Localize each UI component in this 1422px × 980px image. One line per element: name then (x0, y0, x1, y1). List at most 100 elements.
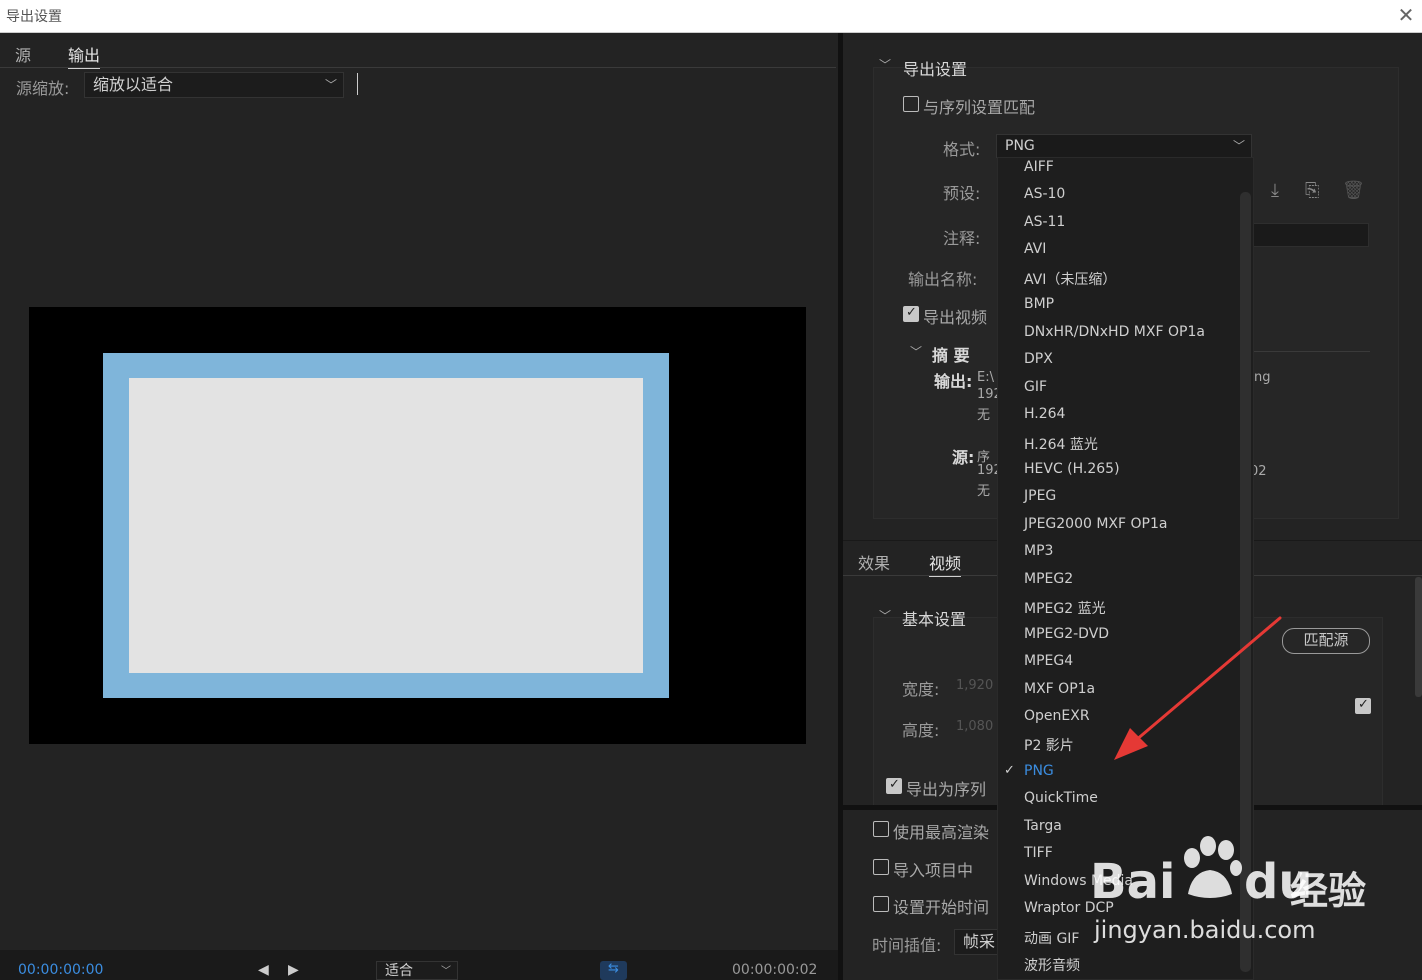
format-menu-item[interactable]: H.264 (1024, 406, 1065, 422)
trash-icon[interactable]: 🗑 (1342, 180, 1365, 201)
format-menu-item[interactable]: 波形音频 (1024, 955, 1080, 975)
format-menu-item[interactable]: AIFF (1024, 159, 1054, 175)
output-name-label: 输出名称: (908, 270, 978, 289)
format-menu-item[interactable]: BMP (1024, 296, 1054, 312)
set-start-time-label: 设置开始时间 (893, 898, 990, 917)
fit-value: 适合 (385, 963, 413, 979)
comment-label: 注释: (943, 229, 981, 248)
width-value: 1,920 (956, 678, 994, 693)
format-menu-item[interactable]: JPEG (1024, 488, 1056, 504)
time-interp-label: 时间插值: (872, 936, 942, 955)
watermark-cn: 经验 (1290, 869, 1367, 913)
tab-divider (0, 67, 836, 68)
export-settings-heading: 导出设置 (903, 60, 968, 79)
format-menu-item[interactable]: Targa (1024, 818, 1062, 834)
format-menu-item[interactable]: QuickTime (1024, 790, 1098, 806)
format-menu-item[interactable]: MPEG2 (1024, 571, 1073, 587)
match-source-button[interactable]: 匹配源 (1282, 628, 1370, 654)
save-preset-icon[interactable]: ⎘ (1305, 180, 1319, 201)
height-label: 高度: (902, 721, 940, 740)
paw-logo-icon (1184, 836, 1242, 898)
summary-output-tail: ng (1254, 370, 1271, 385)
chevron-down-icon[interactable]: ﹀ (879, 56, 891, 73)
text-cursor (357, 73, 358, 95)
chevron-down-icon: ﹀ (324, 78, 337, 92)
watermark: Bai du 经验 jingyan.baidu.com (1090, 836, 1370, 980)
height-value: 1,080 (956, 719, 994, 734)
max-render-checkbox[interactable] (873, 821, 889, 837)
aspect-toggle-icon[interactable]: ⇆ (600, 961, 627, 980)
play-icon[interactable]: ▶ (288, 962, 299, 978)
summary-source-label: 源: (952, 448, 975, 467)
summary-source-line3: 无 (977, 484, 991, 499)
tab-source[interactable]: 源 (15, 42, 31, 66)
format-menu-item[interactable]: 动画 GIF (1024, 928, 1079, 948)
format-menu-item[interactable]: H.264 蓝光 (1024, 434, 1098, 454)
step-back-icon[interactable]: ◀ (258, 962, 269, 978)
watermark-url: jingyan.baidu.com (1094, 916, 1316, 944)
format-menu-item[interactable]: TIFF (1024, 845, 1053, 861)
fit-dropdown[interactable]: 适合 ﹀ (376, 961, 458, 980)
tab-video[interactable]: 视频 (929, 550, 962, 577)
timecode-start[interactable]: 00:00:00:00 (18, 962, 103, 978)
import-project-label: 导入项目中 (893, 861, 974, 880)
source-scale-value: 缩放以适合 (93, 75, 174, 94)
format-menu-item[interactable]: AS-11 (1024, 214, 1065, 230)
title-bar: 导出设置 ✕ (0, 0, 1422, 33)
format-menu-item[interactable]: AVI（未压缩） (1024, 269, 1116, 289)
chevron-down-icon: ﹀ (1232, 139, 1245, 153)
match-sequence-label: 与序列设置匹配 (923, 98, 1036, 117)
summary-divider (1250, 351, 1370, 352)
set-start-time-checkbox[interactable] (873, 896, 889, 912)
summary-output-line1: E:\ (977, 370, 994, 385)
format-menu-item[interactable]: AS-10 (1024, 186, 1065, 202)
format-menu-item[interactable]: MXF OP1a (1024, 681, 1095, 697)
format-menu-item[interactable]: HEVC (H.265) (1024, 461, 1120, 477)
format-dropdown[interactable]: PNG ﹀ (996, 134, 1252, 158)
format-menu-item-selected[interactable]: PNG (1024, 763, 1054, 779)
settings-scrollbar[interactable] (1415, 577, 1422, 697)
format-menu-item[interactable]: AVI (1024, 241, 1046, 257)
watermark-brand: Bai (1090, 854, 1176, 910)
comment-input[interactable] (1250, 223, 1369, 247)
export-as-sequence-label: 导出为序列 (906, 780, 987, 799)
summary-output-line3: 无 (977, 408, 991, 423)
source-scale-dropdown[interactable]: 缩放以适合 ﹀ (84, 72, 344, 98)
basic-settings-heading: 基本设置 (902, 610, 967, 629)
tab-effects[interactable]: 效果 (858, 550, 890, 574)
close-icon[interactable]: ✕ (1393, 2, 1419, 28)
preset-label: 预设: (943, 184, 981, 203)
time-interp-value: 帧采 (963, 932, 996, 951)
tab-output[interactable]: 输出 (68, 42, 101, 69)
window-title: 导出设置 (6, 9, 62, 25)
timecode-end: 00:00:00:02 (732, 962, 818, 978)
chevron-down-icon[interactable]: ﹀ (879, 607, 891, 624)
export-video-checkbox[interactable] (903, 305, 919, 322)
format-menu-item[interactable]: P2 影片 (1024, 735, 1074, 755)
export-as-sequence-checkbox[interactable] (886, 777, 902, 794)
source-scale-label: 源缩放: (16, 79, 70, 98)
format-menu-item[interactable]: MP3 (1024, 543, 1053, 559)
download-icon[interactable]: ⤓ (1271, 180, 1279, 201)
format-label: 格式: (943, 140, 981, 159)
summary-heading: 摘 要 (932, 346, 970, 365)
preview-frame-content (129, 378, 643, 673)
checkmark-icon: ✓ (1004, 762, 1015, 778)
width-label: 宽度: (902, 680, 940, 699)
summary-output-label: 输出: (934, 372, 973, 391)
chevron-down-icon[interactable]: ﹀ (910, 343, 922, 360)
format-value: PNG (1005, 138, 1035, 154)
match-source-checkbox[interactable] (1355, 697, 1371, 714)
format-menu-item[interactable]: DPX (1024, 351, 1053, 367)
match-sequence-checkbox[interactable] (903, 96, 919, 112)
format-menu-item[interactable]: MPEG2 蓝光 (1024, 598, 1106, 618)
format-menu-item[interactable]: MPEG4 (1024, 653, 1073, 669)
format-menu-item[interactable]: MPEG2-DVD (1024, 626, 1109, 642)
format-menu-item[interactable]: OpenEXR (1024, 708, 1090, 724)
import-project-checkbox[interactable] (873, 859, 889, 875)
chevron-down-icon: ﹀ (441, 966, 451, 977)
format-menu-item[interactable]: DNxHR/DNxHD MXF OP1a (1024, 324, 1205, 340)
format-menu-item[interactable]: GIF (1024, 379, 1047, 395)
export-video-label: 导出视频 (923, 308, 988, 327)
format-menu-item[interactable]: JPEG2000 MXF OP1a (1024, 516, 1167, 532)
